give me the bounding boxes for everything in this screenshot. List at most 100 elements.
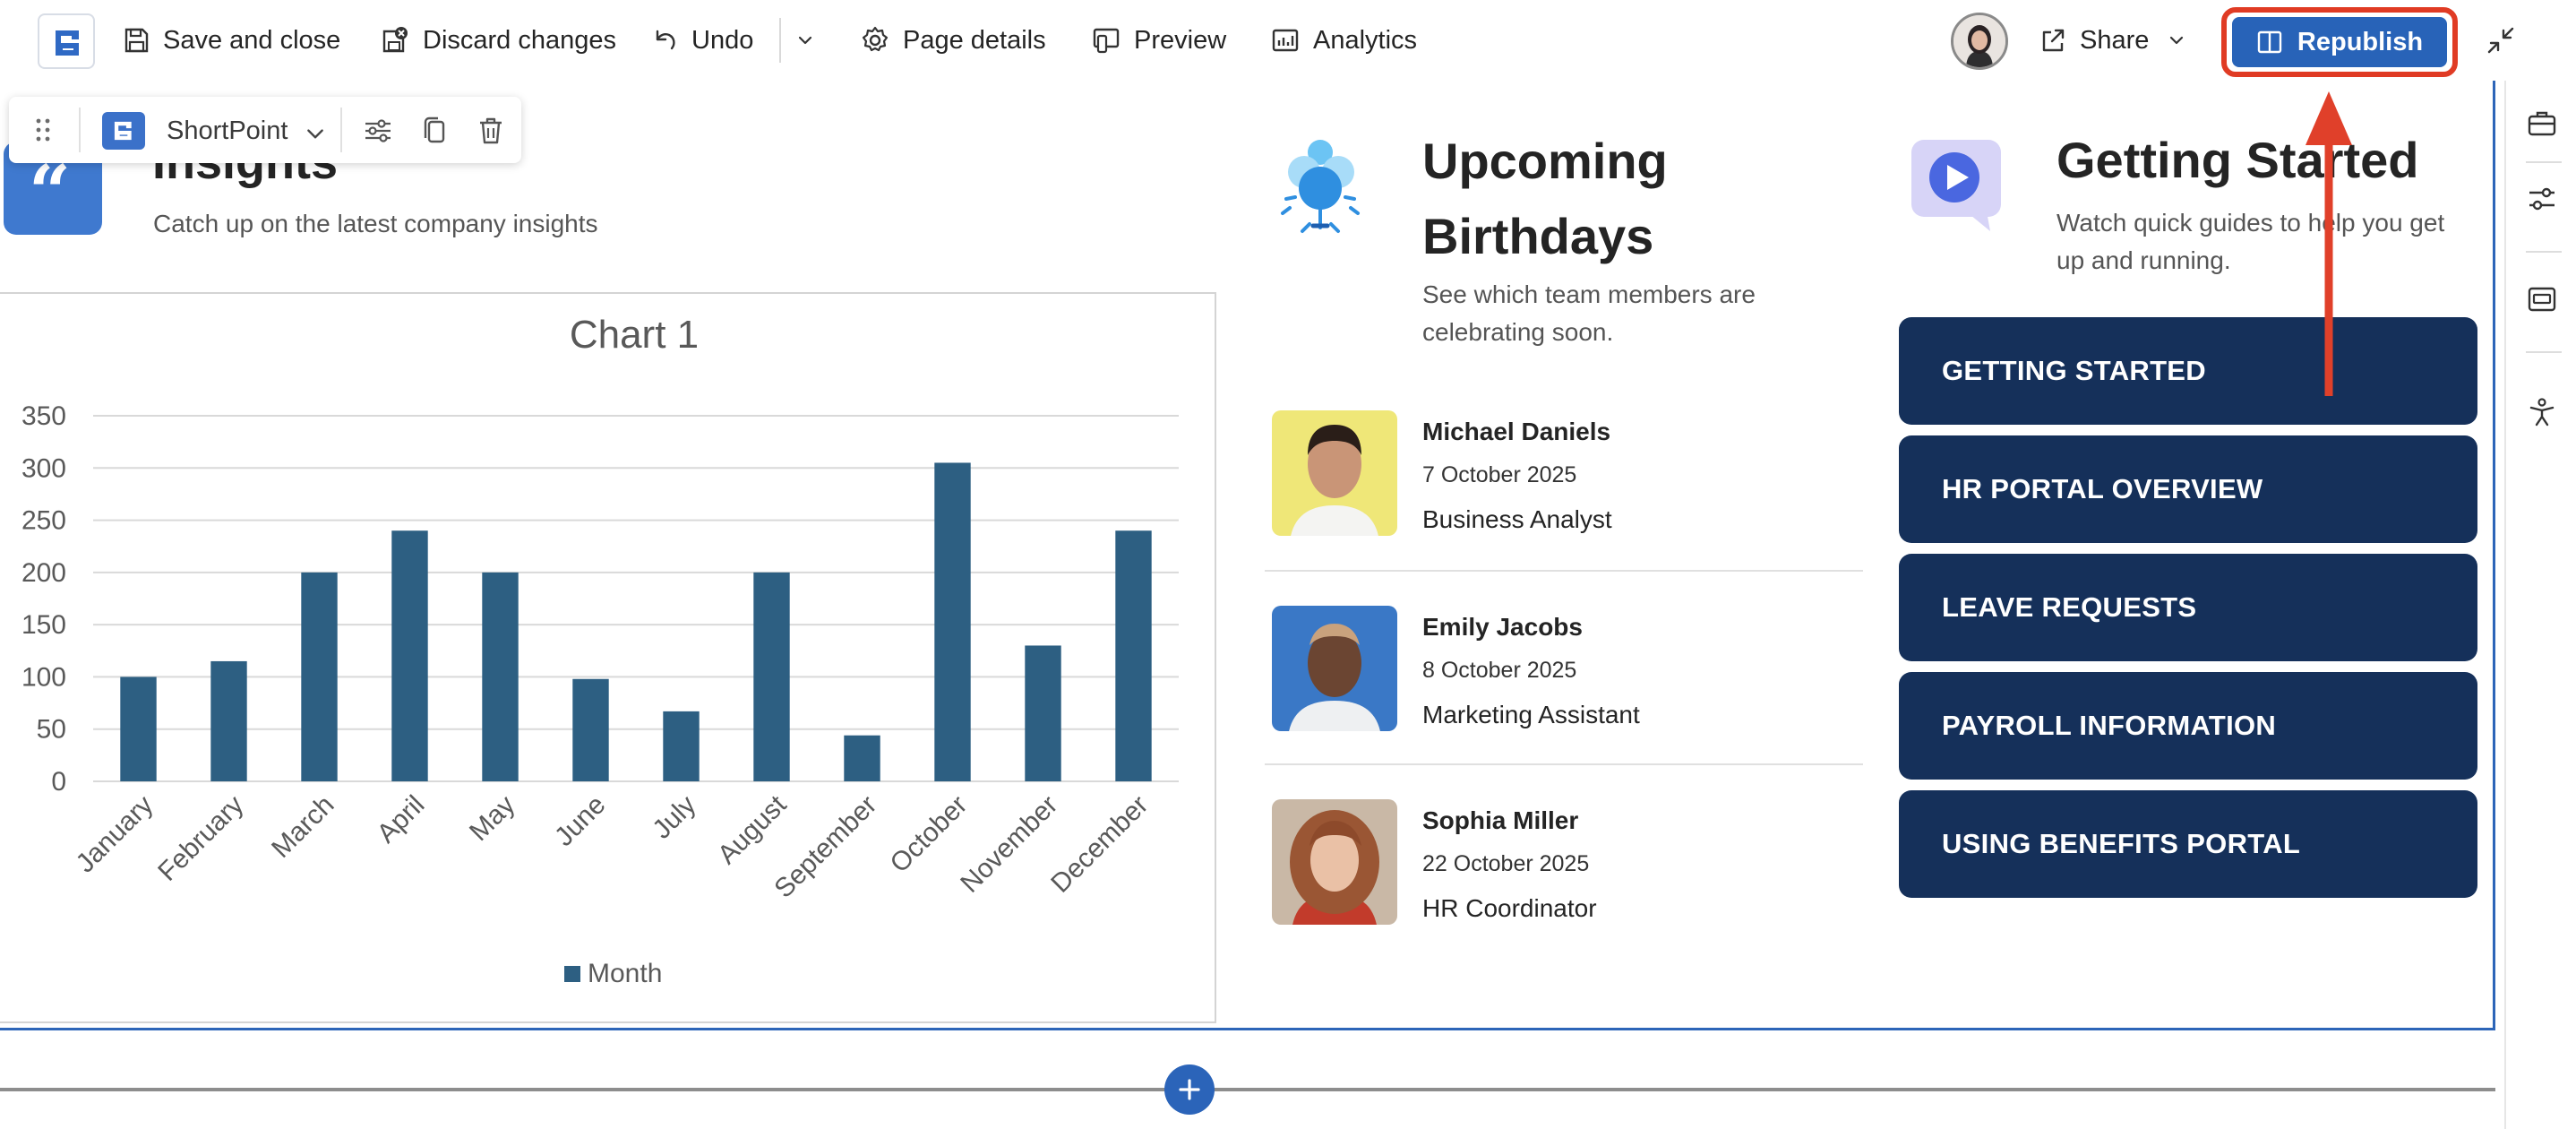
birthdays-title-line2: Birthdays <box>1422 208 1654 264</box>
save-and-close-button[interactable]: Save and close <box>122 16 340 65</box>
preview-icon <box>1093 28 1120 54</box>
preview-button[interactable]: Preview <box>1091 16 1226 65</box>
rail-divider <box>2526 251 2562 253</box>
bar <box>482 572 519 781</box>
toolbar-divider <box>79 108 81 152</box>
chevron-down-icon[interactable] <box>305 124 326 145</box>
page-details-label: Page details <box>903 25 1046 55</box>
preview-label: Preview <box>1134 25 1227 55</box>
analytics-label: Analytics <box>1313 25 1418 55</box>
analytics-button[interactable]: Analytics <box>1270 16 1417 65</box>
using-benefits-portal-button[interactable]: USING BENEFITS PORTAL <box>1899 790 2477 898</box>
x-tick-label: July <box>647 790 701 845</box>
duplicate-icon[interactable] <box>419 115 451 147</box>
x-tick-label: April <box>372 790 431 849</box>
user-avatar[interactable] <box>1951 13 2008 70</box>
settings-sliders-icon[interactable] <box>362 115 394 147</box>
y-tick-label: 150 <box>21 610 66 640</box>
command-bar: Save and close Discard changes Undo Page… <box>0 0 2576 81</box>
gear-icon <box>862 26 889 52</box>
x-tick-label: November <box>955 790 1063 899</box>
shortpoint-logo-button[interactable] <box>38 13 95 69</box>
legend-swatch <box>564 966 580 982</box>
y-tick-label: 50 <box>37 715 66 745</box>
insights-subtitle: Catch up on the latest company insights <box>153 210 598 237</box>
person-date: 7 October 2025 <box>1422 462 1577 487</box>
analytics-icon <box>1272 29 1299 52</box>
discard-icon <box>382 27 408 53</box>
bar <box>1025 645 1061 781</box>
person-date: 22 October 2025 <box>1422 851 1590 876</box>
getting-started-subtitle: Watch quick guides to help you get up an… <box>2057 209 2445 274</box>
undo-button[interactable]: Undo <box>650 16 753 65</box>
x-tick-label: February <box>152 790 249 887</box>
save-and-close-label: Save and close <box>163 25 341 55</box>
bar <box>120 677 157 781</box>
accessibility-icon[interactable] <box>2526 396 2558 428</box>
shortpoint-selector[interactable]: ShortPoint <box>167 116 288 146</box>
bar <box>663 711 700 781</box>
undo-label: Undo <box>691 25 754 55</box>
right-rail <box>2504 81 2576 1129</box>
x-tick-label: October <box>885 790 974 879</box>
video-play-icon <box>1911 140 2001 231</box>
book-open-icon <box>2257 30 2282 54</box>
bar <box>753 572 790 781</box>
person-name: Emily Jacobs <box>1422 613 1583 641</box>
toolbar-divider <box>340 108 342 152</box>
user-avatar-image <box>1953 15 2005 67</box>
sliders-icon[interactable] <box>2526 183 2558 215</box>
annotation-arrow-icon <box>2306 91 2352 396</box>
share-button[interactable]: Share <box>2039 16 2186 65</box>
undo-icon <box>656 30 675 50</box>
leave-requests-button[interactable]: LEAVE REQUESTS <box>1899 554 2477 661</box>
person-date: 8 October 2025 <box>1422 658 1577 683</box>
birthday-person-card[interactable]: Michael Daniels 7 October 2025 Business … <box>1267 410 1861 604</box>
rail-divider <box>2526 161 2562 163</box>
briefcase-icon[interactable] <box>2526 108 2558 140</box>
legend-label: Month <box>588 959 662 988</box>
plus-icon <box>1179 1079 1200 1100</box>
save-icon <box>125 28 149 53</box>
person-name: Michael Daniels <box>1422 418 1611 445</box>
birthday-person-card[interactable]: Emily Jacobs 8 October 2025 Marketing As… <box>1267 606 1861 799</box>
undo-dropdown-button[interactable] <box>795 16 815 65</box>
trash-icon[interactable] <box>475 115 507 147</box>
x-tick-label: March <box>266 790 339 864</box>
bar-chart[interactable]: Chart 1 0 50 100 150 200 250 300 350 JanuaryFebru… <box>0 292 1216 1021</box>
collapse-icon <box>2487 27 2514 54</box>
birthday-person-card[interactable]: Sophia Miller 22 October 2025 HR Coordin… <box>1267 799 1861 993</box>
birthdays-title: Upcoming Birthdays <box>1422 124 1834 274</box>
republish-button[interactable]: Republish <box>2232 17 2447 67</box>
list-divider <box>1265 763 1863 765</box>
list-divider <box>1265 570 1863 572</box>
x-tick-label: June <box>549 790 611 852</box>
person-role: Marketing Assistant <box>1422 701 1640 728</box>
section-divider <box>0 1088 2495 1091</box>
add-section-button[interactable] <box>1164 1064 1215 1115</box>
payroll-information-button[interactable]: PAYROLL INFORMATION <box>1899 672 2477 780</box>
y-tick-label: 100 <box>21 662 66 692</box>
shortpoint-logo-icon <box>56 30 79 56</box>
collapse-button[interactable] <box>2485 16 2517 65</box>
discard-changes-button[interactable]: Discard changes <box>380 16 616 65</box>
bar <box>844 735 880 781</box>
bar <box>1115 530 1152 781</box>
getting-started-title: Getting Started <box>2057 132 2419 188</box>
birthdays-title-line1: Upcoming <box>1422 133 1668 189</box>
getting-started-button[interactable]: GETTING STARTED <box>1899 317 2477 425</box>
person-role: Business Analyst <box>1422 505 1612 533</box>
chart-title: Chart 1 <box>570 313 699 357</box>
person-name: Sophia Miller <box>1422 806 1579 834</box>
y-tick-label: 300 <box>21 453 66 483</box>
y-tick-label: 0 <box>51 767 66 797</box>
bar <box>210 660 247 781</box>
discard-changes-label: Discard changes <box>423 25 616 55</box>
layout-panel-icon[interactable] <box>2526 283 2558 315</box>
chevron-down-icon <box>798 36 812 45</box>
shortpoint-badge-icon <box>102 112 145 150</box>
page-details-button[interactable]: Page details <box>860 16 1046 65</box>
bar <box>572 678 609 781</box>
drag-handle-icon[interactable] <box>34 116 52 143</box>
hr-portal-overview-button[interactable]: HR PORTAL OVERVIEW <box>1899 435 2477 543</box>
